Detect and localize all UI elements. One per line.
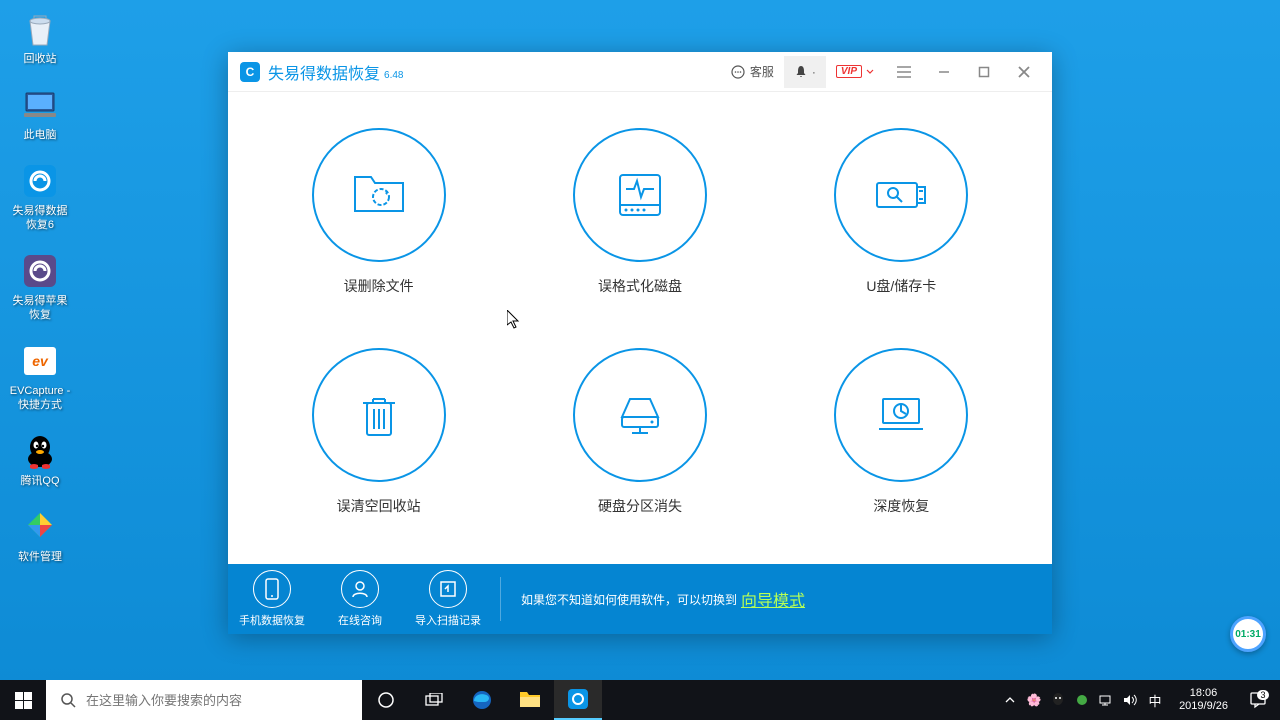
cortana-button[interactable] (362, 680, 410, 720)
taskbar-clock[interactable]: 18:06 2019/9/26 (1171, 687, 1236, 713)
app-icon (567, 688, 589, 710)
speaker-icon (1123, 694, 1137, 706)
task-view-button[interactable] (410, 680, 458, 720)
edge-icon (471, 689, 493, 711)
usb-search-icon (871, 175, 931, 215)
service-button[interactable]: 客服 (720, 56, 784, 88)
desktop-icon-label: 腾讯QQ (20, 474, 59, 488)
notification-button[interactable]: · (784, 56, 826, 88)
option-deep-recovery[interactable]: 深度恢复 (791, 348, 1012, 540)
taskbar-explorer[interactable] (506, 680, 554, 720)
divider (500, 577, 501, 621)
folder-icon (519, 691, 541, 709)
desktop-icon-label: EVCapture - 快捷方式 (8, 384, 72, 412)
hamburger-icon (897, 66, 911, 78)
laptop-scan-icon (873, 393, 929, 437)
tray-chevron-up[interactable] (1001, 680, 1019, 720)
option-emptied-recycle-bin[interactable]: 误清空回收站 (268, 348, 489, 540)
menu-button[interactable] (884, 54, 924, 90)
search-input[interactable] (86, 693, 348, 708)
desktop-icon-label: 失易得苹果恢复 (8, 294, 72, 322)
chevron-up-icon (1005, 696, 1015, 704)
folder-recycle-icon (351, 171, 407, 219)
chevron-down-icon (866, 68, 874, 76)
desktop-icon-software-mgr[interactable]: 软件管理 (8, 506, 72, 564)
taskbar-edge[interactable] (458, 680, 506, 720)
recycle-bin-icon (19, 8, 61, 50)
import-icon (439, 580, 457, 598)
search-box[interactable] (46, 680, 362, 720)
footer-hint-text: 如果您不知道如何使用软件，可以切换到 (521, 591, 737, 608)
windows-icon (15, 692, 32, 709)
qq-icon (19, 430, 61, 472)
titlebar: C 失易得数据恢复 6.48 客服 · VIP (228, 52, 1052, 92)
option-lost-partition[interactable]: 硬盘分区消失 (529, 348, 750, 540)
tray-ime[interactable]: 中 (1145, 680, 1165, 720)
desktop-icon-label: 失易得数据恢复6 (8, 204, 72, 232)
app-footer: 手机数据恢复 在线咨询 导入扫描记录 如果您不知道如何使用软件，可以切换到 向导… (228, 564, 1052, 634)
desktop-icon-qq[interactable]: 腾讯QQ (8, 430, 72, 488)
option-deleted-files[interactable]: 误删除文件 (268, 128, 489, 320)
desktop-icon-label: 软件管理 (18, 550, 62, 564)
footer-import-scan-button[interactable]: 导入扫描记录 (404, 564, 492, 634)
app-icon (19, 160, 61, 202)
start-button[interactable] (0, 680, 46, 720)
desktop-icon-evcapture[interactable]: ev EVCapture - 快捷方式 (8, 340, 72, 412)
circle-icon (377, 691, 395, 709)
bell-icon (794, 65, 808, 79)
footer-online-consult-button[interactable]: 在线咨询 (316, 564, 404, 634)
search-icon (60, 692, 76, 708)
task-view-icon (425, 693, 443, 707)
tray-network-icon[interactable] (1097, 680, 1115, 720)
app-window: C 失易得数据恢复 6.48 客服 · VIP 误 (228, 52, 1052, 634)
footer-phone-recovery-button[interactable]: 手机数据恢复 (228, 564, 316, 634)
trash-icon (359, 391, 399, 439)
close-button[interactable] (1004, 54, 1044, 90)
app-version: 6.48 (384, 70, 403, 81)
taskbar: 🌸 中 18:06 2019/9/26 3 (0, 680, 1280, 720)
tray-volume-icon[interactable] (1121, 680, 1139, 720)
person-icon (350, 579, 370, 599)
desktop-icon-recycle-bin[interactable]: 回收站 (8, 8, 72, 66)
system-tray: 🌸 中 18:06 2019/9/26 3 (1001, 680, 1280, 720)
app-icon: ev (19, 340, 61, 382)
phone-icon (264, 578, 280, 600)
maximize-button[interactable] (964, 54, 1004, 90)
chat-icon (730, 64, 746, 80)
desktop-icon-app2[interactable]: 失易得苹果恢复 (8, 250, 72, 322)
wizard-mode-link[interactable]: 向导模式 (741, 587, 805, 611)
action-center-button[interactable]: 3 (1242, 680, 1274, 720)
desktop-icon-this-pc[interactable]: 此电脑 (8, 84, 72, 142)
desktop-icon-label: 回收站 (24, 52, 57, 66)
drive-pulse-icon (612, 169, 668, 221)
tray-icon[interactable] (1049, 680, 1067, 720)
computer-icon (19, 84, 61, 126)
option-formatted-disk[interactable]: 误格式化磁盘 (529, 128, 750, 320)
close-icon (1018, 66, 1030, 78)
wifi-icon (1099, 694, 1113, 706)
taskbar-app-active[interactable] (554, 680, 602, 720)
maximize-icon (978, 66, 990, 78)
app-icon (19, 250, 61, 292)
main-options-grid: 误删除文件 误格式化磁盘 U盘/储存卡 误清空回收站 硬盘分区消失 深度恢复 (228, 92, 1052, 564)
hdd-icon (612, 391, 668, 439)
minimize-icon (938, 66, 950, 78)
app-title: 失易得数据恢复 (268, 60, 380, 84)
app-icon (19, 506, 61, 548)
svg-text:ev: ev (32, 353, 49, 369)
vip-button[interactable]: VIP (826, 56, 884, 88)
tray-icon[interactable] (1073, 680, 1091, 720)
recording-timer-badge[interactable]: 01:31 (1230, 616, 1266, 652)
minimize-button[interactable] (924, 54, 964, 90)
desktop-icon-label: 此电脑 (24, 128, 57, 142)
option-usb-memory-card[interactable]: U盘/储存卡 (791, 128, 1012, 320)
desktop-icon-app1[interactable]: 失易得数据恢复6 (8, 160, 72, 232)
tray-icon[interactable]: 🌸 (1025, 680, 1043, 720)
app-logo-icon: C (240, 62, 260, 82)
